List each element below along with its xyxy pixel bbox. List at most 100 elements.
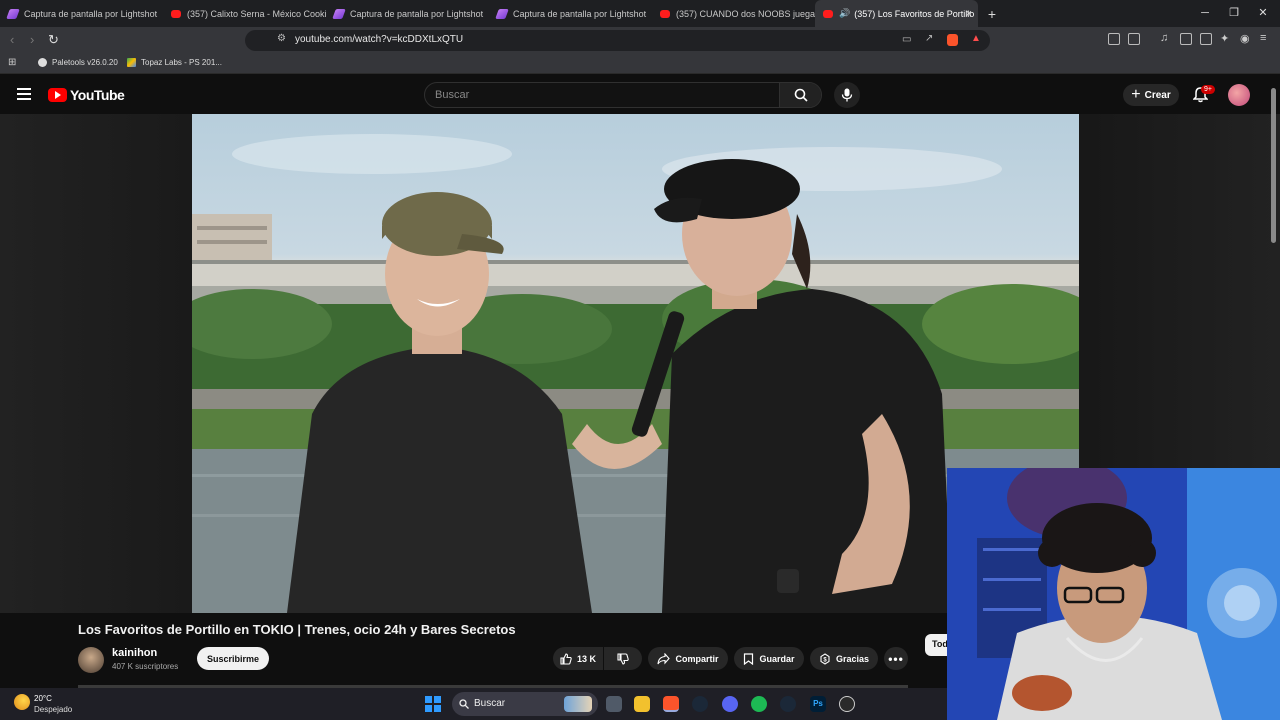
create-button[interactable]: + Crear [1123, 84, 1179, 106]
speaker-icon[interactable]: 🔊 [839, 8, 850, 19]
like-button[interactable]: 13 K [553, 647, 603, 670]
hamburger-menu-icon[interactable] [17, 88, 31, 100]
leo-ai-icon[interactable]: ✦ [1220, 32, 1229, 45]
bookmark-item[interactable]: Topaz Labs - PS 201... [127, 58, 222, 67]
discord-icon[interactable] [722, 696, 738, 712]
brave-rewards-icon[interactable]: ▲ [971, 33, 981, 44]
voice-search-button[interactable] [834, 82, 860, 108]
menu-icon[interactable]: ≡ [1260, 32, 1266, 44]
spotify-icon[interactable] [751, 696, 767, 712]
more-actions-button[interactable]: ••• [884, 647, 908, 670]
notification-badge: 9+ [1201, 85, 1215, 94]
share-page-icon[interactable]: ↗ [925, 33, 933, 44]
app-icon[interactable] [839, 696, 855, 712]
tab-label: (357) CUANDO dos NOOBS juegan [676, 8, 815, 19]
youtube-masthead: YouTube + Crear 9+ [0, 76, 1280, 114]
drive-icon [127, 58, 136, 67]
bookmark-save-icon [744, 652, 754, 665]
share-icon [657, 652, 671, 664]
globe-icon [38, 58, 47, 67]
channel-name[interactable]: kainihon [112, 647, 157, 659]
browser-tab[interactable]: Captura de pantalla por Lightshot [326, 0, 489, 27]
browser-tab[interactable]: Captura de pantalla por Lightshot [0, 0, 163, 27]
maximize-button[interactable]: ❐ [1219, 0, 1249, 27]
screen-cast-icon[interactable]: ▭ [902, 34, 911, 45]
lightshot-icon [6, 8, 20, 19]
taskbar-search[interactable]: Buscar [452, 692, 598, 716]
minimize-button[interactable]: ─ [1190, 0, 1220, 27]
extension-icon[interactable] [1128, 33, 1140, 45]
account-avatar[interactable] [1228, 84, 1250, 106]
apps-icon[interactable]: ⊞ [8, 57, 16, 68]
search-box [424, 82, 822, 108]
search-icon [459, 699, 469, 709]
channel-avatar[interactable] [78, 647, 104, 673]
thumbs-up-icon [560, 652, 572, 665]
file-explorer-icon[interactable] [634, 696, 650, 712]
browser-tab[interactable]: (357) Calixto Serna - México Cooking [163, 0, 326, 27]
brave-shield-icon[interactable] [947, 34, 958, 46]
save-button[interactable]: Guardar [734, 647, 804, 670]
webcam-image [947, 468, 1280, 720]
video-player[interactable] [192, 114, 1079, 613]
subscribe-button[interactable]: Suscribirme [197, 647, 269, 670]
browser-tab-bar: Captura de pantalla por Lightshot (357) … [0, 0, 1280, 27]
youtube-icon [171, 9, 181, 18]
reload-icon[interactable]: ↻ [48, 32, 59, 48]
close-tab-icon[interactable]: × [966, 8, 972, 20]
thanks-button[interactable]: $ Gracias [810, 647, 878, 670]
browser-tab[interactable]: Captura de pantalla por Lightshot [489, 0, 652, 27]
youtube-icon [823, 9, 833, 18]
vpn-icon[interactable]: ◉ [1240, 32, 1250, 45]
extension-icon[interactable] [1108, 33, 1120, 45]
search-button[interactable] [779, 83, 821, 107]
share-label: Compartir [675, 653, 719, 664]
music-icon[interactable]: ♫ [1160, 32, 1168, 44]
url-text: youtube.com/watch?v=kcDDXtLxQTU [295, 34, 464, 45]
more-horizontal-icon: ••• [888, 651, 904, 666]
browser-toolbar: ‹ › ↻ ⚑ ⚙ youtube.com/watch?v=kcDDXtLxQT… [0, 27, 1280, 53]
save-label: Guardar [759, 653, 795, 664]
bookmark-label: Topaz Labs - PS 201... [141, 58, 222, 67]
page-scrollbar[interactable] [1271, 88, 1276, 243]
sidebar-icon[interactable] [1180, 33, 1192, 45]
youtube-logo[interactable]: YouTube [48, 87, 125, 103]
tab-label: Captura de pantalla por Lightshot [513, 8, 647, 19]
weather-description: Despejado [34, 705, 73, 714]
create-label: Crear [1144, 89, 1171, 101]
tab-label: Captura de pantalla por Lightshot [350, 8, 484, 19]
youtube-icon [660, 9, 670, 18]
steam-icon[interactable] [692, 696, 708, 712]
wallet-icon[interactable] [1200, 33, 1212, 45]
search-icon [794, 88, 808, 102]
steam-icon[interactable] [780, 696, 796, 712]
dislike-button[interactable] [604, 647, 642, 670]
photoshop-icon[interactable]: Ps [810, 696, 826, 712]
task-view-icon[interactable] [606, 696, 622, 712]
browser-tab-active[interactable]: 🔊 (357) Los Favoritos de Portillo × [815, 0, 978, 27]
new-tab-button[interactable]: + [982, 6, 1002, 22]
search-highlight-icon [564, 696, 592, 712]
taskbar-search-label: Buscar [474, 698, 506, 709]
brave-browser-icon[interactable] [663, 696, 679, 712]
browser-tab[interactable]: (357) CUANDO dos NOOBS juegan [652, 0, 815, 27]
youtube-wordmark: YouTube [70, 87, 125, 103]
filter-chip-all[interactable]: Todo [925, 634, 947, 656]
share-button[interactable]: Compartir [648, 647, 728, 670]
video-frame [192, 134, 1079, 613]
windows-start-button[interactable] [425, 696, 441, 712]
tab-label: (357) Calixto Serna - México Cooking [187, 8, 326, 19]
thanks-label: Gracias [835, 653, 870, 664]
window-close-button[interactable]: ✕ [1248, 0, 1278, 27]
channel-subscribers: 407 K suscriptores [112, 662, 179, 671]
site-settings-icon[interactable]: ⚙ [277, 33, 286, 44]
weather-icon[interactable] [14, 694, 30, 710]
lightshot-icon [332, 8, 346, 19]
back-icon[interactable]: ‹ [10, 32, 14, 47]
webcam-overlay [947, 468, 1280, 720]
microphone-icon [841, 88, 853, 102]
address-bar[interactable]: ⚙ youtube.com/watch?v=kcDDXtLxQTU ▭ ↗ ▲ [245, 30, 990, 51]
bookmark-item[interactable]: Paletools v26.0.20 [38, 58, 118, 67]
forward-icon[interactable]: › [30, 32, 34, 47]
search-input[interactable] [425, 83, 781, 107]
